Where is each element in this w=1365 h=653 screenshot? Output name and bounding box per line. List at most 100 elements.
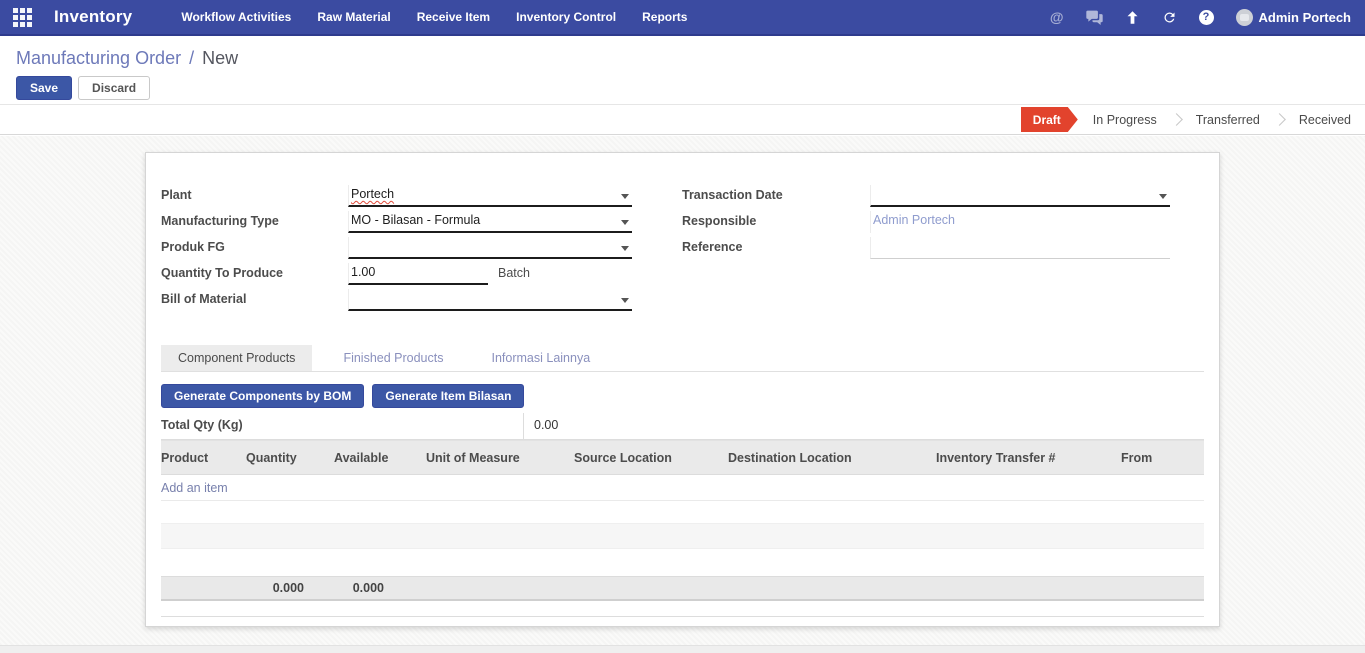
quantity-to-produce-value: 1.00 (351, 265, 375, 279)
bottom-scroll-strip[interactable] (0, 645, 1365, 653)
col-quantity: Quantity (246, 441, 334, 475)
add-an-item-row: Add an item (161, 475, 1204, 501)
manufacturing-type-value: MO - Bilasan - Formula (351, 213, 480, 227)
field-row-reference: Reference (682, 237, 1204, 263)
control-panel: Manufacturing Order / New Save Discard (0, 38, 1365, 104)
sync-icon[interactable] (1151, 0, 1188, 34)
add-an-item-link[interactable]: Add an item (161, 475, 1204, 501)
total-qty-value: 0.00 (523, 413, 1204, 439)
field-row-bill-of-material: Bill of Material (161, 289, 682, 315)
sheet-bottom-divider (161, 616, 1204, 628)
nav-item-reports[interactable]: Reports (629, 0, 700, 34)
tab-gap (312, 345, 326, 371)
field-group-left: Plant Portech Manufacturing Type MO - Bi… (161, 185, 682, 315)
quantity-to-produce-field[interactable]: 1.00 (348, 263, 488, 285)
quantity-uom-label: Batch (488, 263, 530, 289)
empty-row (161, 549, 1204, 577)
responsible-field: Admin Portech (870, 211, 1170, 233)
discard-button[interactable]: Discard (78, 76, 150, 100)
field-row-manufacturing-type: Manufacturing Type MO - Bilasan - Formul… (161, 211, 682, 237)
nav-item-workflow-activities[interactable]: Workflow Activities (168, 0, 304, 34)
help-icon[interactable]: ? (1188, 0, 1225, 34)
refresh-glyph (1162, 10, 1177, 25)
table-header-row: Product Quantity Available Unit of Measu… (161, 441, 1204, 475)
totals-footer-row: 0.000 0.000 (161, 577, 1204, 600)
user-menu[interactable]: Admin Portech (1225, 0, 1365, 34)
footer-available-total: 0.000 (334, 577, 426, 600)
mentions-icon[interactable]: @ (1039, 0, 1075, 34)
transaction-date-field[interactable] (870, 185, 1170, 207)
form-actions: Save Discard (16, 76, 150, 100)
quantity-wrap: 1.00 Batch (348, 263, 530, 289)
reference-field[interactable] (870, 237, 1170, 259)
up-arrow-icon[interactable] (1114, 0, 1151, 34)
responsible-label: Responsible (682, 211, 870, 237)
tab-finished-products[interactable]: Finished Products (326, 345, 460, 371)
tab-informasi-lainnya[interactable]: Informasi Lainnya (475, 345, 608, 371)
tab-component-products[interactable]: Component Products (161, 345, 312, 371)
breadcrumb-parent[interactable]: Manufacturing Order (16, 48, 181, 68)
arrow-up-glyph (1125, 10, 1140, 25)
striped-row (161, 524, 1204, 549)
status-transferred[interactable]: Transferred (1181, 113, 1275, 127)
status-received[interactable]: Received (1284, 113, 1357, 127)
dropdown-caret-icon (621, 194, 629, 199)
statusbar: Draft In Progress Transferred Received (0, 104, 1365, 135)
manufacturing-type-label: Manufacturing Type (161, 211, 348, 237)
top-navbar: Inventory Workflow Activities Raw Materi… (0, 0, 1365, 36)
field-group-right: Transaction Date Responsible Admin Porte… (682, 185, 1204, 315)
quantity-to-produce-label: Quantity To Produce (161, 263, 348, 289)
component-products-table: Product Quantity Available Unit of Measu… (161, 440, 1204, 601)
main-menu: Workflow Activities Raw Material Receive… (168, 0, 700, 34)
total-qty-label: Total Qty (Kg) (161, 413, 523, 439)
empty-row (161, 501, 1204, 524)
field-groups: Plant Portech Manufacturing Type MO - Bi… (161, 185, 1204, 315)
generate-components-by-bom-button[interactable]: Generate Components by BOM (161, 384, 364, 408)
col-source-location: Source Location (574, 441, 728, 475)
generate-item-bilasan-button[interactable]: Generate Item Bilasan (372, 384, 524, 408)
field-row-responsible: Responsible Admin Portech (682, 211, 1204, 237)
bill-of-material-label: Bill of Material (161, 289, 348, 315)
field-row-quantity-to-produce: Quantity To Produce 1.00 Batch (161, 263, 682, 289)
nav-item-receive-item[interactable]: Receive Item (404, 0, 503, 34)
col-product: Product (161, 441, 246, 475)
reference-label: Reference (682, 237, 870, 263)
chat-bubbles-icon (1086, 10, 1103, 25)
messages-icon[interactable] (1075, 0, 1114, 34)
col-available: Available (334, 441, 426, 475)
dropdown-caret-icon (1159, 194, 1167, 199)
tab-page-actions: Generate Components by BOM Generate Item… (161, 384, 1204, 408)
breadcrumb-separator: / (186, 48, 197, 68)
responsible-value: Admin Portech (873, 213, 955, 227)
save-button[interactable]: Save (16, 76, 72, 100)
produk-fg-label: Produk FG (161, 237, 348, 263)
user-name: Admin Portech (1259, 10, 1351, 25)
plant-value: Portech (351, 187, 394, 201)
transaction-date-label: Transaction Date (682, 185, 870, 211)
apps-grid-icon[interactable] (13, 8, 32, 27)
total-qty-row: Total Qty (Kg) 0.00 (161, 413, 1204, 440)
field-row-produk-fg: Produk FG (161, 237, 682, 263)
app-name[interactable]: Inventory (54, 7, 132, 27)
plant-label: Plant (161, 185, 348, 211)
nav-item-inventory-control[interactable]: Inventory Control (503, 0, 629, 34)
notebook-tabs: Component Products Finished Products Inf… (161, 345, 1204, 372)
bill-of-material-field[interactable] (348, 289, 632, 311)
produk-fg-field[interactable] (348, 237, 632, 259)
status-in-progress[interactable]: In Progress (1078, 113, 1172, 127)
field-row-plant: Plant Portech (161, 185, 682, 211)
tab-gap (461, 345, 475, 371)
nav-item-raw-material[interactable]: Raw Material (304, 0, 403, 34)
status-draft[interactable]: Draft (1021, 107, 1078, 132)
dropdown-caret-icon (621, 246, 629, 251)
manufacturing-type-field[interactable]: MO - Bilasan - Formula (348, 211, 632, 233)
col-inventory-transfer: Inventory Transfer # (936, 441, 1121, 475)
avatar (1236, 9, 1253, 26)
breadcrumb-current: New (202, 48, 238, 68)
footer-spacer (161, 577, 246, 600)
plant-field[interactable]: Portech (348, 185, 632, 207)
col-unit-of-measure: Unit of Measure (426, 441, 574, 475)
breadcrumb: Manufacturing Order / New (16, 48, 238, 69)
dropdown-caret-icon (621, 298, 629, 303)
form-sheet: Plant Portech Manufacturing Type MO - Bi… (145, 152, 1220, 627)
